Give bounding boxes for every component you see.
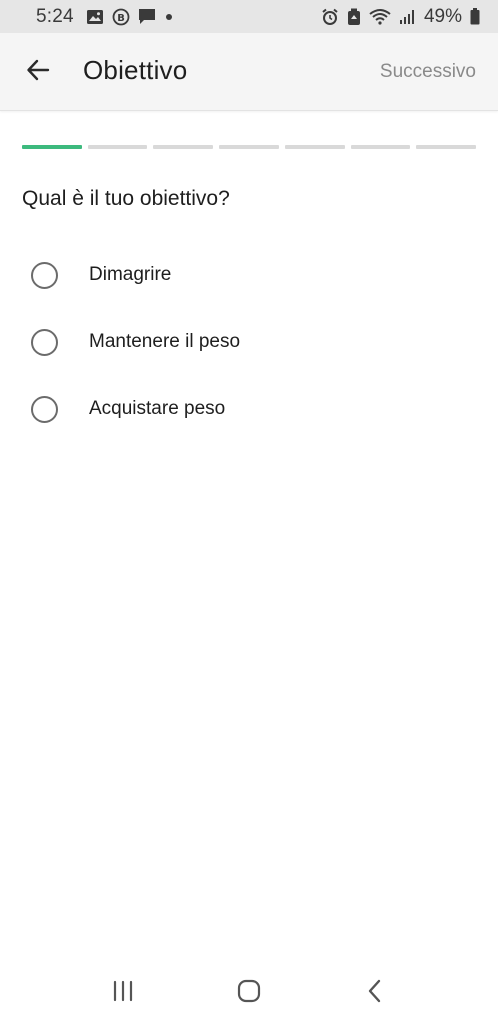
option-label: Acquistare peso (89, 398, 226, 419)
message-icon (138, 8, 156, 25)
goal-options: Dimagrire Mantenere il peso Acquistare p… (0, 242, 498, 443)
recent-apps-icon (111, 980, 135, 1007)
wifi-icon (369, 8, 391, 25)
status-time: 5:24 (36, 5, 74, 27)
battery-text: 49% (423, 5, 462, 27)
question-heading: Qual è il tuo obiettivo? (22, 187, 230, 210)
back-nav-icon (365, 978, 385, 1009)
back-nav-button[interactable] (355, 973, 395, 1013)
app-bar: Obiettivo Successivo (0, 33, 498, 111)
recycle-icon (347, 8, 361, 26)
image-icon (86, 9, 104, 25)
status-right: 49% (321, 6, 480, 28)
battery-icon (470, 8, 480, 25)
system-nav-bar (0, 962, 498, 1024)
progress-step-1 (22, 145, 82, 149)
dot-icon (164, 12, 174, 22)
step-progress-bar (22, 145, 477, 149)
status-left: 5:24 B (36, 6, 174, 28)
progress-step-4 (219, 145, 279, 149)
option-gain-weight[interactable]: Acquistare peso (0, 376, 498, 443)
svg-text:B: B (117, 13, 125, 24)
option-label: Dimagrire (89, 264, 172, 285)
home-icon (236, 978, 262, 1009)
option-maintain-weight[interactable]: Mantenere il peso (0, 309, 498, 376)
b-badge-icon: B (112, 8, 130, 26)
recent-apps-button[interactable] (103, 973, 143, 1013)
progress-step-2 (87, 145, 148, 149)
home-button[interactable] (229, 973, 269, 1013)
progress-step-5 (284, 145, 345, 149)
arrow-left-icon (25, 57, 51, 88)
screen: 5:24 B 49% Obiettivo Successivo Qual è i… (0, 0, 498, 1024)
signal-icon (399, 9, 416, 25)
next-button[interactable]: Successivo (380, 61, 476, 83)
progress-step-3 (153, 145, 214, 149)
radio-button[interactable] (31, 396, 58, 423)
page-title: Obiettivo (83, 55, 188, 85)
option-lose-weight[interactable]: Dimagrire (0, 242, 498, 309)
radio-button[interactable] (31, 329, 58, 356)
progress-step-6 (350, 145, 411, 149)
option-label: Mantenere il peso (89, 331, 241, 352)
status-bar: 5:24 B 49% (0, 0, 498, 33)
progress-step-7 (416, 145, 477, 149)
alarm-icon (321, 8, 339, 26)
back-button[interactable] (20, 54, 56, 90)
radio-button[interactable] (31, 262, 58, 289)
